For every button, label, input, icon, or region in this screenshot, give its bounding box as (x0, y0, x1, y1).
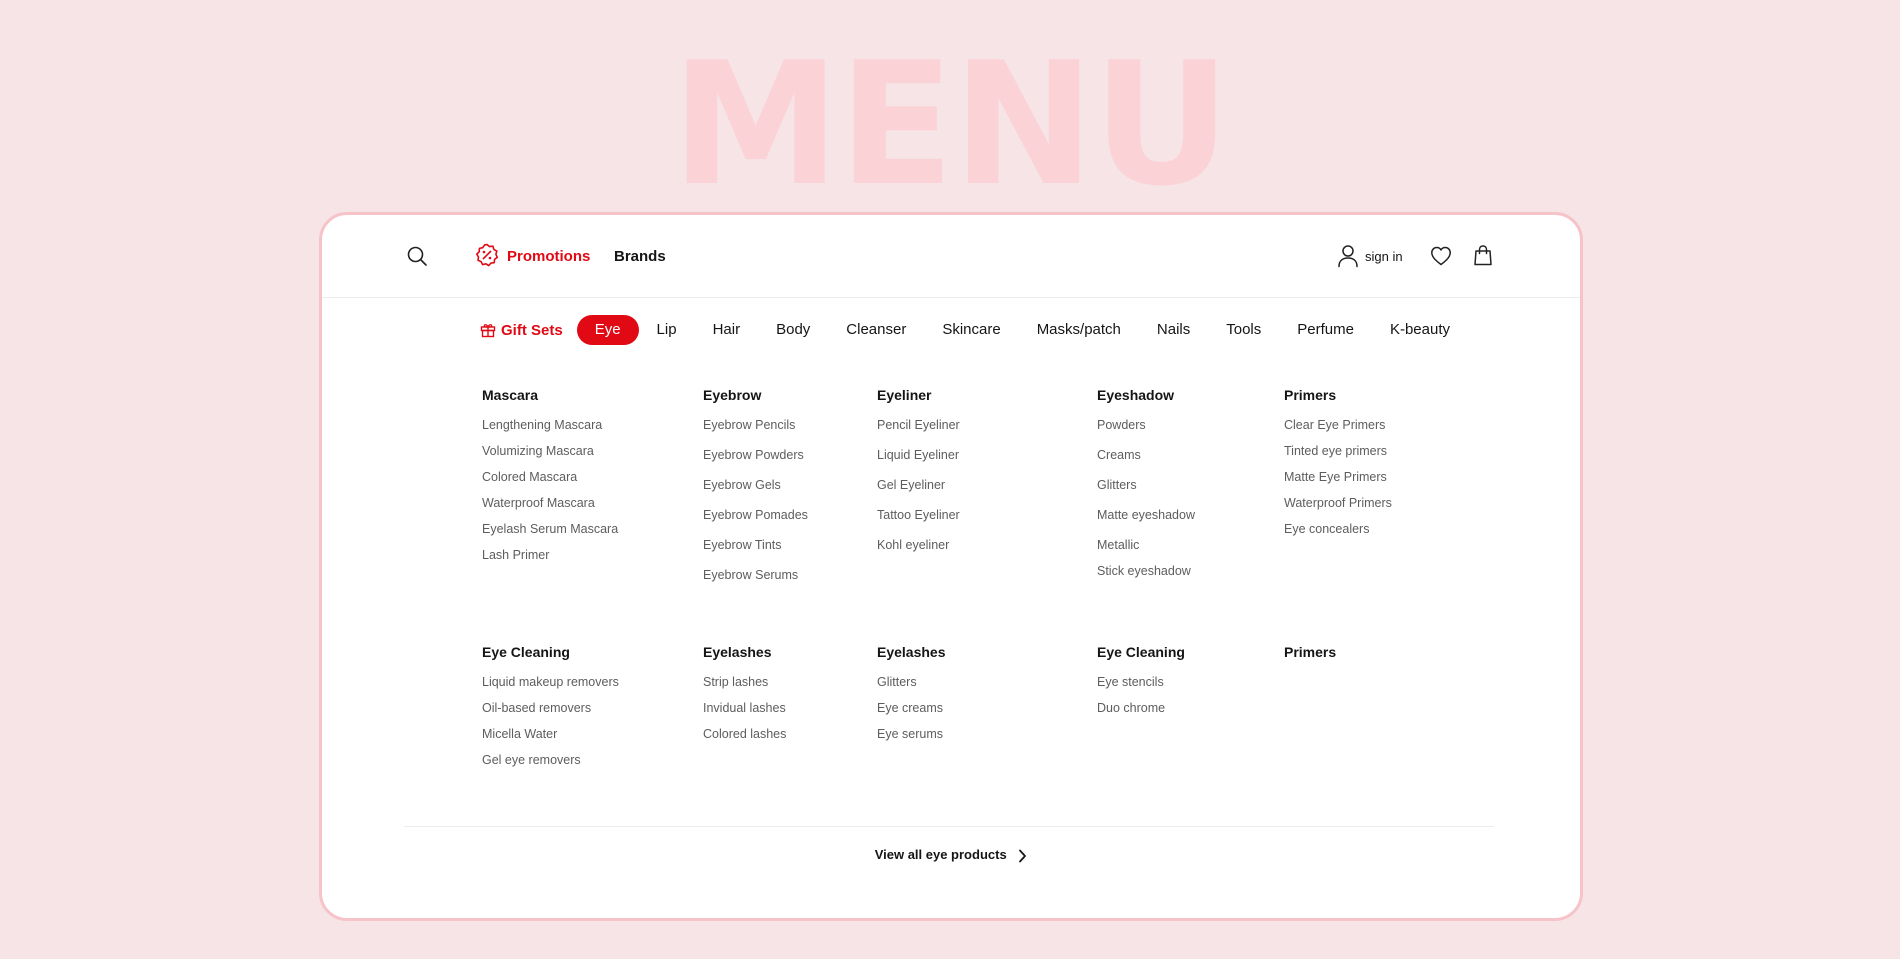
menu-heading[interactable]: Eyelashes (703, 643, 786, 661)
menu-heading[interactable]: Eyeliner (877, 386, 960, 404)
menu-link[interactable]: Tattoo Eyeliner (877, 506, 960, 524)
menu-link[interactable]: Matte eyeshadow (1097, 506, 1195, 524)
hero-title: MENU (671, 26, 1231, 224)
tab-lip[interactable]: Lip (657, 315, 677, 345)
discount-badge-icon[interactable] (475, 243, 499, 267)
menu-column-eye-cleaning: Eye Cleaning Liquid makeup removers Oil-… (482, 643, 619, 777)
menu-link[interactable]: Eye serums (877, 725, 946, 743)
menu-heading[interactable]: Eyeshadow (1097, 386, 1195, 404)
menu-link[interactable]: Eye creams (877, 699, 946, 717)
menu-link[interactable]: Pencil Eyeliner (877, 416, 960, 434)
tab-gift-sets-label: Gift Sets (501, 321, 563, 339)
tab-gift-sets[interactable]: Gift Sets (480, 322, 563, 339)
menu-link[interactable]: Colored Mascara (482, 468, 618, 486)
menu-card: Promotions Brands sign in Gift Sets Eye … (319, 212, 1583, 921)
menu-column-primers-2: Primers (1284, 643, 1336, 673)
chevron-right-icon (1019, 849, 1027, 862)
menu-link[interactable]: Stick eyeshadow (1097, 562, 1195, 580)
menu-link[interactable]: Strip lashes (703, 673, 786, 691)
divider (404, 826, 1494, 827)
sign-in-link[interactable]: sign in (1365, 249, 1403, 264)
menu-link[interactable]: Colored lashes (703, 725, 786, 743)
user-icon[interactable] (1337, 244, 1359, 268)
menu-link[interactable]: Lengthening Mascara (482, 416, 618, 434)
menu-link[interactable]: Glitters (877, 673, 946, 691)
menu-link[interactable]: Clear Eye Primers (1284, 416, 1392, 434)
menu-link[interactable]: Liquid makeup removers (482, 673, 619, 691)
menu-column-eyeshadow: Eyeshadow Powders Creams Glitters Matte … (1097, 386, 1195, 592)
menu-column-eyelashes: Eyelashes Strip lashes Invidual lashes C… (703, 643, 786, 751)
menu-column-eyeliner: Eyeliner Pencil Eyeliner Liquid Eyeliner… (877, 386, 960, 566)
menu-link[interactable]: Eyebrow Pomades (703, 506, 808, 524)
tab-masks-patch[interactable]: Masks/patch (1037, 315, 1121, 345)
menu-link[interactable]: Glitters (1097, 476, 1195, 494)
menu-link[interactable]: Volumizing Mascara (482, 442, 618, 460)
gift-icon (480, 324, 496, 338)
heart-icon[interactable] (1430, 245, 1452, 267)
menu-heading[interactable]: Eye Cleaning (482, 643, 619, 661)
menu-link[interactable]: Waterproof Primers (1284, 494, 1392, 512)
tab-body[interactable]: Body (776, 315, 810, 345)
menu-column-eyebrow: Eyebrow Eyebrow Pencils Eyebrow Powders … (703, 386, 808, 596)
menu-link[interactable]: Lash Primer (482, 546, 618, 564)
tab-perfume[interactable]: Perfume (1297, 315, 1354, 345)
tab-k-beauty[interactable]: K-beauty (1390, 315, 1450, 345)
menu-link[interactable]: Eyebrow Tints (703, 536, 808, 554)
category-tabs: Gift Sets Eye Lip Hair Body Cleanser Ski… (480, 315, 1450, 345)
search-icon[interactable] (406, 245, 428, 267)
menu-link[interactable]: Gel Eyeliner (877, 476, 960, 494)
view-all-eye-products-link[interactable]: View all eye products (322, 847, 1580, 863)
menu-link[interactable]: Duo chrome (1097, 699, 1185, 717)
menu-link[interactable]: Liquid Eyeliner (877, 446, 960, 464)
brands-link[interactable]: Brands (614, 248, 666, 265)
menu-link[interactable]: Waterproof Mascara (482, 494, 618, 512)
menu-heading[interactable]: Primers (1284, 643, 1336, 661)
menu-link[interactable]: Creams (1097, 446, 1195, 464)
menu-link[interactable]: Eye concealers (1284, 520, 1392, 538)
menu-link[interactable]: Oil-based removers (482, 699, 619, 717)
menu-heading[interactable]: Primers (1284, 386, 1392, 404)
menu-link[interactable]: Eyebrow Serums (703, 566, 808, 584)
menu-column-eye-cleaning-2: Eye Cleaning Eye stencils Duo chrome (1097, 643, 1185, 725)
menu-link[interactable]: Micella Water (482, 725, 619, 743)
menu-link[interactable]: Eye stencils (1097, 673, 1185, 691)
menu-column-mascara: Mascara Lengthening Mascara Volumizing M… (482, 386, 618, 572)
menu-link[interactable]: Eyelash Serum Mascara (482, 520, 618, 538)
menu-link[interactable]: Eyebrow Pencils (703, 416, 808, 434)
tab-hair[interactable]: Hair (713, 315, 741, 345)
menu-column-eyelashes-2: Eyelashes Glitters Eye creams Eye serums (877, 643, 946, 751)
top-header: Promotions Brands sign in (322, 215, 1580, 298)
menu-column-primers: Primers Clear Eye Primers Tinted eye pri… (1284, 386, 1392, 546)
menu-heading[interactable]: Mascara (482, 386, 618, 404)
menu-link[interactable]: Powders (1097, 416, 1195, 434)
shopping-bag-icon[interactable] (1473, 244, 1493, 266)
promotions-link[interactable]: Promotions (507, 248, 590, 265)
menu-link[interactable]: Eyebrow Gels (703, 476, 808, 494)
menu-heading[interactable]: Eyelashes (877, 643, 946, 661)
menu-link[interactable]: Kohl eyeliner (877, 536, 960, 554)
menu-link[interactable]: Eyebrow Powders (703, 446, 808, 464)
tab-skincare[interactable]: Skincare (942, 315, 1000, 345)
tab-cleanser[interactable]: Cleanser (846, 315, 906, 345)
menu-link[interactable]: Invidual lashes (703, 699, 786, 717)
tab-eye[interactable]: Eye (576, 315, 639, 345)
menu-link[interactable]: Gel eye removers (482, 751, 619, 769)
menu-link[interactable]: Metallic (1097, 536, 1195, 554)
menu-heading[interactable]: Eyebrow (703, 386, 808, 404)
menu-link[interactable]: Tinted eye primers (1284, 442, 1392, 460)
menu-heading[interactable]: Eye Cleaning (1097, 643, 1185, 661)
menu-link[interactable]: Matte Eye Primers (1284, 468, 1392, 486)
view-all-label: View all eye products (874, 847, 1007, 862)
tab-tools[interactable]: Tools (1226, 315, 1261, 345)
tab-nails[interactable]: Nails (1157, 315, 1190, 345)
